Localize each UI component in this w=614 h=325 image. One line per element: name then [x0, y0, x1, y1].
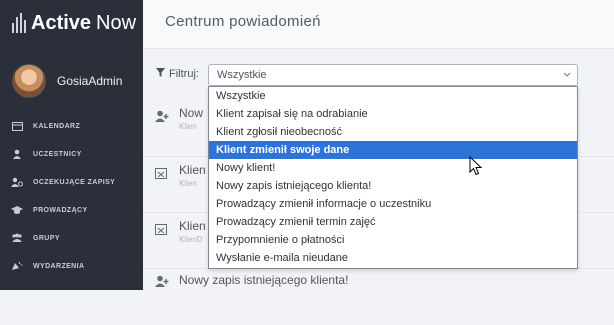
sidebar-item-grupy[interactable]: GRUPY — [0, 224, 143, 252]
party-icon — [11, 261, 23, 271]
filter-option[interactable]: Przypomnienie o płatności — [209, 231, 577, 249]
filter-option[interactable]: Klient zgłosił nieobecność — [209, 123, 577, 141]
sidebar-item-wydarzenia[interactable]: WYDARZENIA — [0, 252, 143, 280]
notification-title: Klien — [179, 163, 206, 177]
notification-title: Now — [179, 106, 204, 120]
sidebar-nav: KALENDARZ UCZESTNICY OCZEKUJĄCE ZAPISY P… — [0, 112, 143, 280]
list-item[interactable]: Nowy zapis istniejącego klienta! — [143, 268, 614, 325]
sidebar-item-label: KALENDARZ — [33, 122, 81, 130]
filter-select[interactable]: Wszystkie — [208, 64, 578, 86]
notification-subtitle: Klien — [179, 179, 197, 188]
filter-option[interactable]: Nowy zapis istniejącego klienta! — [209, 177, 577, 195]
page-title: Centrum powiadomień — [165, 13, 321, 30]
sidebar-item-kalendarz[interactable]: KALENDARZ — [0, 112, 143, 140]
sidebar-item-prowadzacy[interactable]: PROWADZĄCY — [0, 196, 143, 224]
person-pending-icon — [11, 177, 23, 187]
filter-option-highlighted[interactable]: Klient zmienił swoje dane — [209, 141, 577, 159]
user-profile[interactable]: GosiaAdmin — [12, 64, 122, 98]
notification-subtitle: KlienD — [179, 235, 203, 244]
logo-text-now: Now — [96, 11, 137, 34]
sidebar-item-label: PROWADZĄCY — [33, 206, 88, 214]
filter-label: Filtruj: — [156, 68, 199, 80]
filter-selected-value: Wszystkie — [217, 69, 267, 81]
app-logo[interactable]: Active Now — [12, 10, 136, 36]
mouse-cursor-icon — [469, 156, 483, 176]
person-icon — [11, 149, 23, 159]
logo-bars-icon — [12, 13, 26, 33]
notification-subtitle: Klien — [179, 122, 197, 131]
sidebar-item-label: WYDARZENIA — [33, 262, 85, 270]
logo-text-active: Active — [31, 11, 92, 34]
filter-option[interactable]: Prowadzący zmienił termin zajęć — [209, 213, 577, 231]
filter-label-text: Filtruj: — [169, 68, 199, 80]
sidebar-item-label: UCZESTNICY — [33, 150, 82, 158]
calendar-icon — [11, 121, 23, 131]
notification-title: Nowy zapis istniejącego klienta! — [179, 273, 349, 287]
filter-option[interactable]: Wysłanie e-maila nieudane — [209, 249, 577, 267]
username: GosiaAdmin — [57, 74, 123, 88]
graduation-cap-icon — [11, 205, 23, 215]
filter-option[interactable]: Klient zapisał się na odrabianie — [209, 105, 577, 123]
page-header: Centrum powiadomień — [143, 0, 614, 49]
person-add-icon — [155, 110, 169, 125]
sidebar-item-label: GRUPY — [33, 234, 60, 242]
sidebar-item-label: OCZEKUJĄCE ZAPISY — [33, 178, 116, 186]
sidebar-item-uczestnicy[interactable]: UCZESTNICY — [0, 140, 143, 168]
avatar — [12, 64, 46, 98]
sidebar: Active Now GosiaAdmin KALENDARZ UCZESTNIC… — [0, 0, 143, 290]
group-icon — [11, 233, 23, 243]
filter-option[interactable]: Nowy klient! — [209, 159, 577, 177]
person-add-icon — [155, 275, 169, 290]
sidebar-item-oczekujace-zapisy[interactable]: OCZEKUJĄCE ZAPISY — [0, 168, 143, 196]
calendar-x-icon — [155, 223, 169, 238]
filter-option[interactable]: Wszystkie — [209, 87, 577, 105]
filter-icon — [156, 68, 165, 80]
notification-title: Klien — [179, 219, 206, 233]
calendar-x-icon — [155, 167, 169, 182]
filter-option[interactable]: Prowadzący zmienił informacje o uczestni… — [209, 195, 577, 213]
filter-dropdown-list: Wszystkie Klient zapisał się na odrabian… — [208, 86, 578, 269]
